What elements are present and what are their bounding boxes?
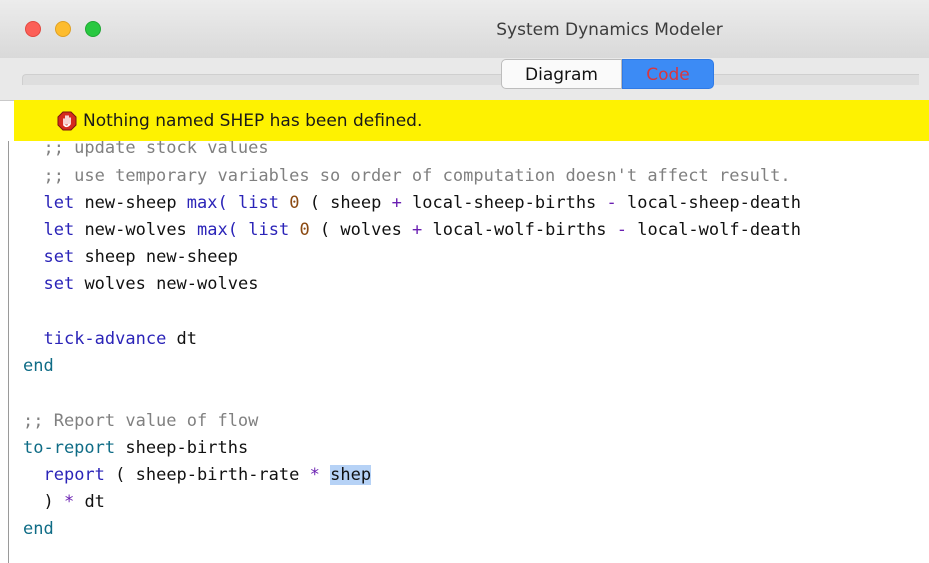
window-title: System Dynamics Modeler (496, 20, 723, 40)
tab-code[interactable]: Code (622, 59, 714, 89)
tab-diagram[interactable]: Diagram (501, 59, 622, 89)
code-line: let new-wolves max( list 0 ( wolves + lo… (43, 220, 802, 240)
toolbar: Diagram Code (0, 58, 929, 101)
title-bar: System Dynamics Modeler (0, 0, 929, 58)
error-message: Nothing named SHEP has been defined. (83, 110, 423, 131)
code-line: let new-sheep max( list 0 ( sheep + loca… (43, 193, 802, 213)
code-line: set sheep new-sheep (43, 247, 238, 267)
toolbar-divider (22, 74, 919, 85)
stop-hand-icon (57, 111, 77, 130)
code-line: to-report sheep-births (23, 438, 249, 458)
code-line: set wolves new-wolves (43, 274, 259, 294)
code-editor[interactable]: ;; update stock values ;; use temporary … (8, 141, 929, 563)
error-banner: Nothing named SHEP has been defined. (14, 100, 929, 141)
code-line: ;; Report value of flow (23, 411, 259, 431)
code-line: ;; use temporary variables so order of c… (23, 166, 791, 186)
code-line: ) * dt (23, 492, 105, 512)
code-line: report ( sheep-birth-rate * shep (43, 465, 372, 485)
code-line: tick-advance dt (43, 329, 198, 349)
code-line: end (23, 519, 54, 539)
view-tabs: Diagram Code (501, 59, 714, 89)
undefined-identifier-highlight: shep (330, 465, 372, 485)
code-line: end (23, 356, 54, 376)
code-line: ;; update stock values (23, 141, 269, 158)
